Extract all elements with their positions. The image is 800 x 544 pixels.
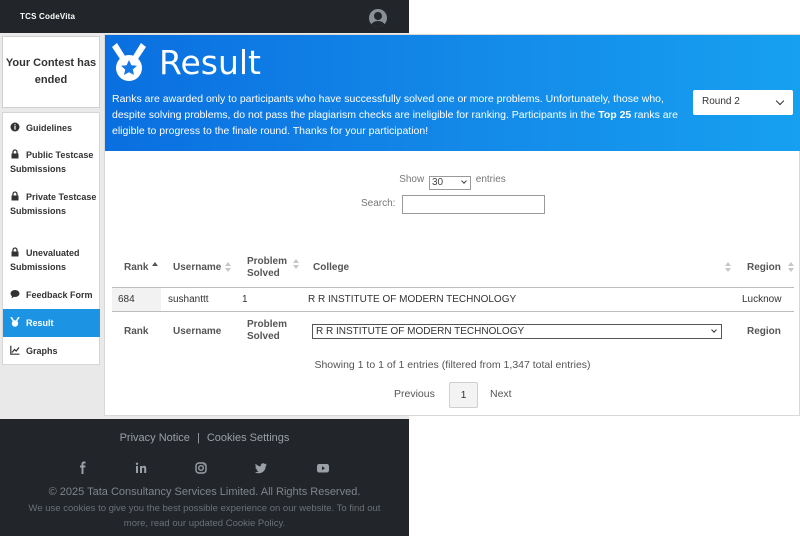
lock-icon	[11, 247, 19, 257]
sort-icon	[225, 262, 231, 273]
lock-icon	[11, 149, 19, 159]
medal-icon	[112, 43, 146, 81]
sidebar-nav: Guidelines Public Testcase Submissions P…	[2, 112, 100, 365]
brand-prefix: TCS	[20, 12, 37, 21]
sidebar-item-label: Unevaluated Submissions	[10, 248, 80, 272]
previous-button[interactable]: Previous	[394, 388, 435, 400]
instagram-icon[interactable]	[194, 461, 208, 475]
search-input[interactable]	[402, 195, 545, 214]
sidebar-item-label: Graphs	[26, 346, 58, 356]
chat-icon	[10, 290, 20, 299]
sort-icon	[788, 262, 794, 273]
footer-header-region: Region	[747, 326, 781, 337]
twitter-icon[interactable]	[254, 461, 268, 475]
youtube-icon[interactable]	[316, 461, 330, 475]
linkedin-icon[interactable]	[134, 461, 148, 475]
main-content: Result Ranks are awarded only to partici…	[104, 34, 800, 416]
sidebar-item-result[interactable]: Result	[3, 309, 100, 337]
chart-icon	[10, 345, 20, 355]
cookie-notice: We use cookies to give you the best poss…	[28, 503, 381, 529]
sidebar-item-feedback[interactable]: Feedback Form	[3, 288, 100, 302]
search-label: Search:	[361, 198, 396, 209]
round-select-value: Round 2	[702, 96, 740, 107]
social-icons	[0, 461, 409, 475]
cell-region: Lucknow	[742, 294, 782, 305]
chevron-down-icon	[461, 178, 467, 184]
college-filter-value: R R INSTITUTE OF MODERN TECHNOLOGY	[316, 326, 525, 337]
sidebar-item-graphs[interactable]: Graphs	[3, 344, 100, 358]
sidebar-item-guidelines[interactable]: Guidelines	[3, 121, 100, 135]
sidebar-item-label: Guidelines	[26, 123, 73, 133]
site-footer: Privacy Notice | Cookies Settings © 2025…	[0, 419, 409, 536]
result-banner: Result Ranks are awarded only to partici…	[105, 35, 800, 151]
sort-icon	[152, 262, 158, 273]
sidebar-item-label: Private Testcase Submissions	[10, 192, 97, 216]
round-select[interactable]: Round 2	[693, 90, 793, 115]
facebook-icon[interactable]	[76, 461, 90, 475]
banner-description: Ranks are awarded only to participants w…	[112, 93, 678, 137]
sort-icon	[725, 262, 731, 273]
column-header-problem-solved[interactable]: Problem Solved	[247, 256, 291, 280]
cell-username: sushanttt	[168, 294, 209, 305]
next-button[interactable]: Next	[490, 388, 512, 400]
column-header-college[interactable]: College	[313, 262, 349, 274]
user-avatar-icon[interactable]	[369, 9, 387, 27]
footer-links: Privacy Notice | Cookies Settings	[0, 432, 409, 444]
footer-separator: |	[196, 432, 200, 444]
footer-header-problem-solved: Problem Solved	[247, 319, 288, 342]
sidebar-item-label: Public Testcase Submissions	[10, 150, 94, 174]
column-header-region[interactable]: Region	[747, 262, 781, 274]
page-button-1[interactable]: 1	[449, 382, 478, 408]
sort-icon	[293, 259, 299, 270]
column-header-username[interactable]: Username	[173, 262, 221, 274]
footer-header-rank: Rank	[124, 326, 149, 337]
table-footer-divider	[112, 311, 794, 312]
entries-length-control: Show 30 entries	[399, 174, 506, 190]
privacy-notice-link[interactable]: Privacy Notice	[120, 432, 190, 444]
column-header-rank[interactable]: Rank	[124, 262, 148, 274]
copyright-text: © 2025 Tata Consultancy Services Limited…	[48, 486, 361, 498]
cell-problem-solved: 1	[242, 294, 248, 305]
brand-logo[interactable]: TCS CodeVita	[20, 12, 75, 21]
contest-status-box: Your Contest has ended	[2, 36, 100, 108]
brand-name: CodeVita	[39, 12, 76, 21]
sidebar-item-private-testcase[interactable]: Private Testcase Submissions	[3, 190, 100, 218]
cell-college: R R INSTITUTE OF MODERN TECHNOLOGY	[308, 294, 517, 305]
contest-status-text: Your Contest has ended	[5, 57, 97, 86]
sidebar-item-label: Result	[26, 318, 54, 328]
table-row[interactable]: 684 sushanttt 1 R R INSTITUTE OF MODERN …	[112, 288, 794, 311]
sidebar-item-unevaluated[interactable]: Unevaluated Submissions	[3, 246, 100, 274]
footer-header-username: Username	[173, 326, 222, 337]
sidebar-item-public-testcase[interactable]: Public Testcase Submissions	[3, 148, 100, 176]
cookies-settings-link[interactable]: Cookies Settings	[207, 432, 290, 444]
top-navbar: TCS CodeVita	[0, 0, 409, 33]
entries-select[interactable]: 30	[429, 176, 471, 190]
medal-icon	[10, 317, 20, 327]
cell-rank: 684	[118, 294, 135, 305]
college-filter-select[interactable]: R R INSTITUTE OF MODERN TECHNOLOGY	[312, 324, 722, 339]
table-info: Showing 1 to 1 of 1 entries (filtered fr…	[314, 359, 591, 371]
chevron-down-icon	[775, 96, 785, 106]
sidebar-item-label: Feedback Form	[26, 290, 93, 300]
page-title: Result	[159, 43, 261, 82]
chevron-down-icon	[711, 327, 717, 333]
lock-icon	[11, 191, 19, 201]
info-icon	[10, 122, 20, 132]
